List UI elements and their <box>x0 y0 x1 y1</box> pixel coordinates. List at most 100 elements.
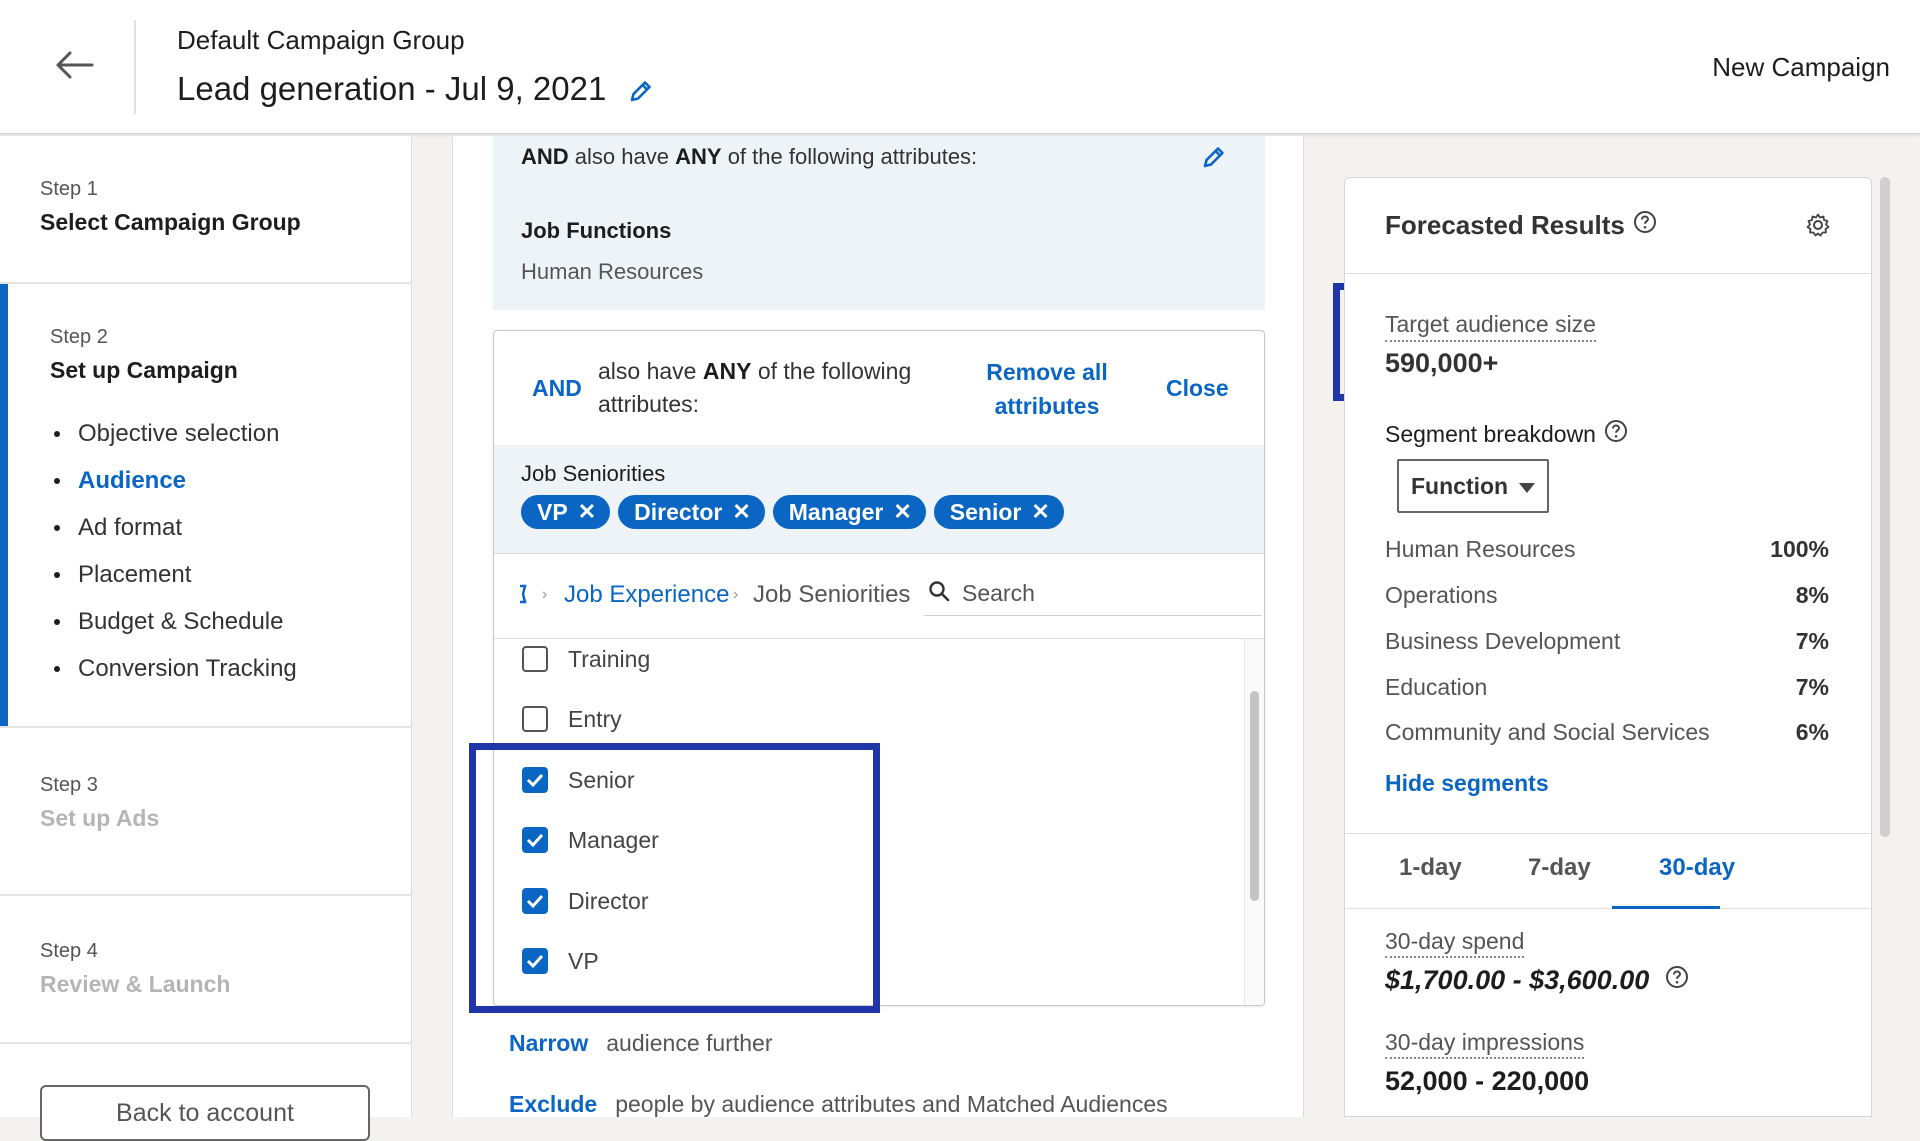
step-title: Review & Launch <box>40 971 231 997</box>
scrollbar-thumb[interactable] <box>1250 691 1259 901</box>
gear-icon[interactable] <box>1805 212 1831 243</box>
segment-name: Human Resources <box>1385 536 1576 562</box>
breadcrumb: › Job Experience › Job Seniorities <box>494 553 1264 639</box>
close-icon[interactable]: ✕ <box>732 499 750 525</box>
pill-director[interactable]: Director ✕ <box>618 495 765 529</box>
pill-label: Director <box>634 498 723 525</box>
checkbox-checked[interactable] <box>522 888 548 914</box>
attribute-editor: AND also have ANY of the following attri… <box>493 330 1265 1006</box>
exclude-link[interactable]: Exclude <box>509 1091 597 1117</box>
checkbox-checked[interactable] <box>522 767 548 793</box>
segment-dropdown[interactable]: Function <box>1397 459 1549 513</box>
substep-budget[interactable]: Budget & Schedule <box>50 598 412 645</box>
option-director[interactable]: Director <box>522 881 649 921</box>
pill-label: VP <box>537 498 568 525</box>
tab-30-day[interactable]: 30-day <box>1659 854 1735 882</box>
selected-attributes: Job Seniorities VP ✕ Director ✕ Manager ✕ S… <box>494 445 1264 553</box>
edit-pencil-icon[interactable] <box>628 74 654 112</box>
segment-percent: 8% <box>1795 582 1829 608</box>
forecast-panel: Forecasted Results Target audience size … <box>1344 177 1872 1117</box>
narrow-text: audience further <box>606 1030 773 1056</box>
and-operator[interactable]: AND <box>532 375 582 402</box>
segment-row: Human Resources 100% <box>1385 536 1829 563</box>
option-senior[interactable]: Senior <box>522 760 634 800</box>
substep-objective[interactable]: Objective selection <box>50 410 412 457</box>
audience-panel: AND also have ANY of the following attri… <box>452 136 1304 1117</box>
pill-vp[interactable]: VP ✕ <box>521 495 611 529</box>
checkbox[interactable] <box>522 706 548 732</box>
pill-senior[interactable]: Senior ✕ <box>933 495 1064 529</box>
segment-name: Community and Social Services <box>1385 719 1710 745</box>
option-manager[interactable]: Manager <box>522 820 659 860</box>
segment-row: Business Development 7% <box>1385 628 1829 655</box>
seniority-options: Training Entry Senior Manager Director V… <box>494 639 1264 1005</box>
step-number: Step 4 <box>40 940 98 962</box>
pill-label: Senior <box>949 498 1022 525</box>
segment-breakdown-text: Segment breakdown <box>1385 420 1596 447</box>
tab-7-day[interactable]: 7-day <box>1528 854 1591 882</box>
step-4: Step 4 Review & Launch <box>0 896 412 1044</box>
help-icon[interactable] <box>1604 419 1628 449</box>
back-to-account-button[interactable]: Back to account <box>40 1085 370 1141</box>
options-scrollbar[interactable] <box>1244 639 1264 1005</box>
edit-pencil-icon[interactable] <box>1201 144 1227 175</box>
step-2[interactable]: Step 2 Set up Campaign Objective selecti… <box>0 284 412 728</box>
segment-percent: 7% <box>1795 674 1829 700</box>
tab-1-day[interactable]: 1-day <box>1399 854 1462 882</box>
hide-segments-link[interactable]: Hide segments <box>1385 770 1549 797</box>
campaign-title: Lead generation - Jul 9, 2021 <box>177 66 654 112</box>
active-tab-underline <box>1612 906 1720 909</box>
active-step-indicator <box>0 284 8 726</box>
campaign-title-text: Lead generation - Jul 9, 2021 <box>177 70 607 107</box>
segment-percent: 100% <box>1770 536 1829 562</box>
back-arrow-icon[interactable] <box>40 34 108 96</box>
breadcrumb-root-icon[interactable] <box>518 583 528 611</box>
step-1[interactable]: Step 1 Select Campaign Group <box>0 136 412 284</box>
any-keyword: ANY <box>675 144 722 169</box>
pill-manager[interactable]: Manager ✕ <box>772 495 926 529</box>
option-entry[interactable]: Entry <box>522 699 622 739</box>
step-3: Step 3 Set up Ads <box>0 728 412 896</box>
substep-ad-format[interactable]: Ad format <box>50 504 412 551</box>
close-button[interactable]: Close <box>1166 375 1229 402</box>
step-number: Step 1 <box>40 178 98 200</box>
substep-audience[interactable]: Audience <box>50 457 412 504</box>
search-input[interactable] <box>962 580 1242 607</box>
segment-name: Operations <box>1385 582 1498 608</box>
checkbox-checked[interactable] <box>522 948 548 974</box>
exclude-text: people by audience attributes and Matche… <box>615 1091 1168 1117</box>
substep-placement[interactable]: Placement <box>50 551 412 598</box>
narrow-link[interactable]: Narrow <box>509 1030 588 1056</box>
substep-conversion[interactable]: Conversion Tracking <box>50 645 412 692</box>
option-label: VP <box>568 947 599 974</box>
checkbox-checked[interactable] <box>522 827 548 853</box>
segment-dropdown-value: Function <box>1411 472 1509 499</box>
step-title: Select Campaign Group <box>40 209 301 235</box>
close-icon[interactable]: ✕ <box>578 499 596 525</box>
option-vp[interactable]: VP <box>522 941 599 981</box>
caret-down-icon <box>1518 473 1536 500</box>
editor-header: AND also have ANY of the following attri… <box>494 331 1264 445</box>
close-icon[interactable]: ✕ <box>893 499 911 525</box>
spend-value-row: $1,700.00 - $3,600.00 <box>1385 965 1689 996</box>
chevron-right-icon: › <box>542 586 548 603</box>
category-title: Job Functions <box>521 218 672 243</box>
forecast-panel-scrollbar[interactable] <box>1880 177 1892 1117</box>
close-icon[interactable]: ✕ <box>1031 499 1049 525</box>
checkbox[interactable] <box>522 646 548 672</box>
chevron-right-icon: › <box>733 586 739 603</box>
help-icon[interactable] <box>1665 965 1689 996</box>
breadcrumb-job-experience[interactable]: Job Experience <box>564 581 729 609</box>
campaign-group-name: Default Campaign Group <box>177 25 465 55</box>
impressions-label: 30-day impressions <box>1385 1029 1585 1059</box>
option-training[interactable]: Training <box>522 639 650 679</box>
exclude-audience-row: Exclude people by audience attributes and… <box>509 1091 1168 1118</box>
attributes-text: of the following attributes: <box>727 144 978 169</box>
forecast-title: Forecasted Results <box>1385 210 1657 241</box>
step-number: Step 2 <box>50 326 108 348</box>
help-icon[interactable] <box>1633 210 1657 241</box>
also-have-text: also have <box>574 144 669 169</box>
remove-all-attributes-button[interactable]: Remove all attributes <box>972 355 1122 423</box>
target-audience-value: 590,000+ <box>1385 348 1499 378</box>
scrollbar-thumb[interactable] <box>1880 177 1890 837</box>
